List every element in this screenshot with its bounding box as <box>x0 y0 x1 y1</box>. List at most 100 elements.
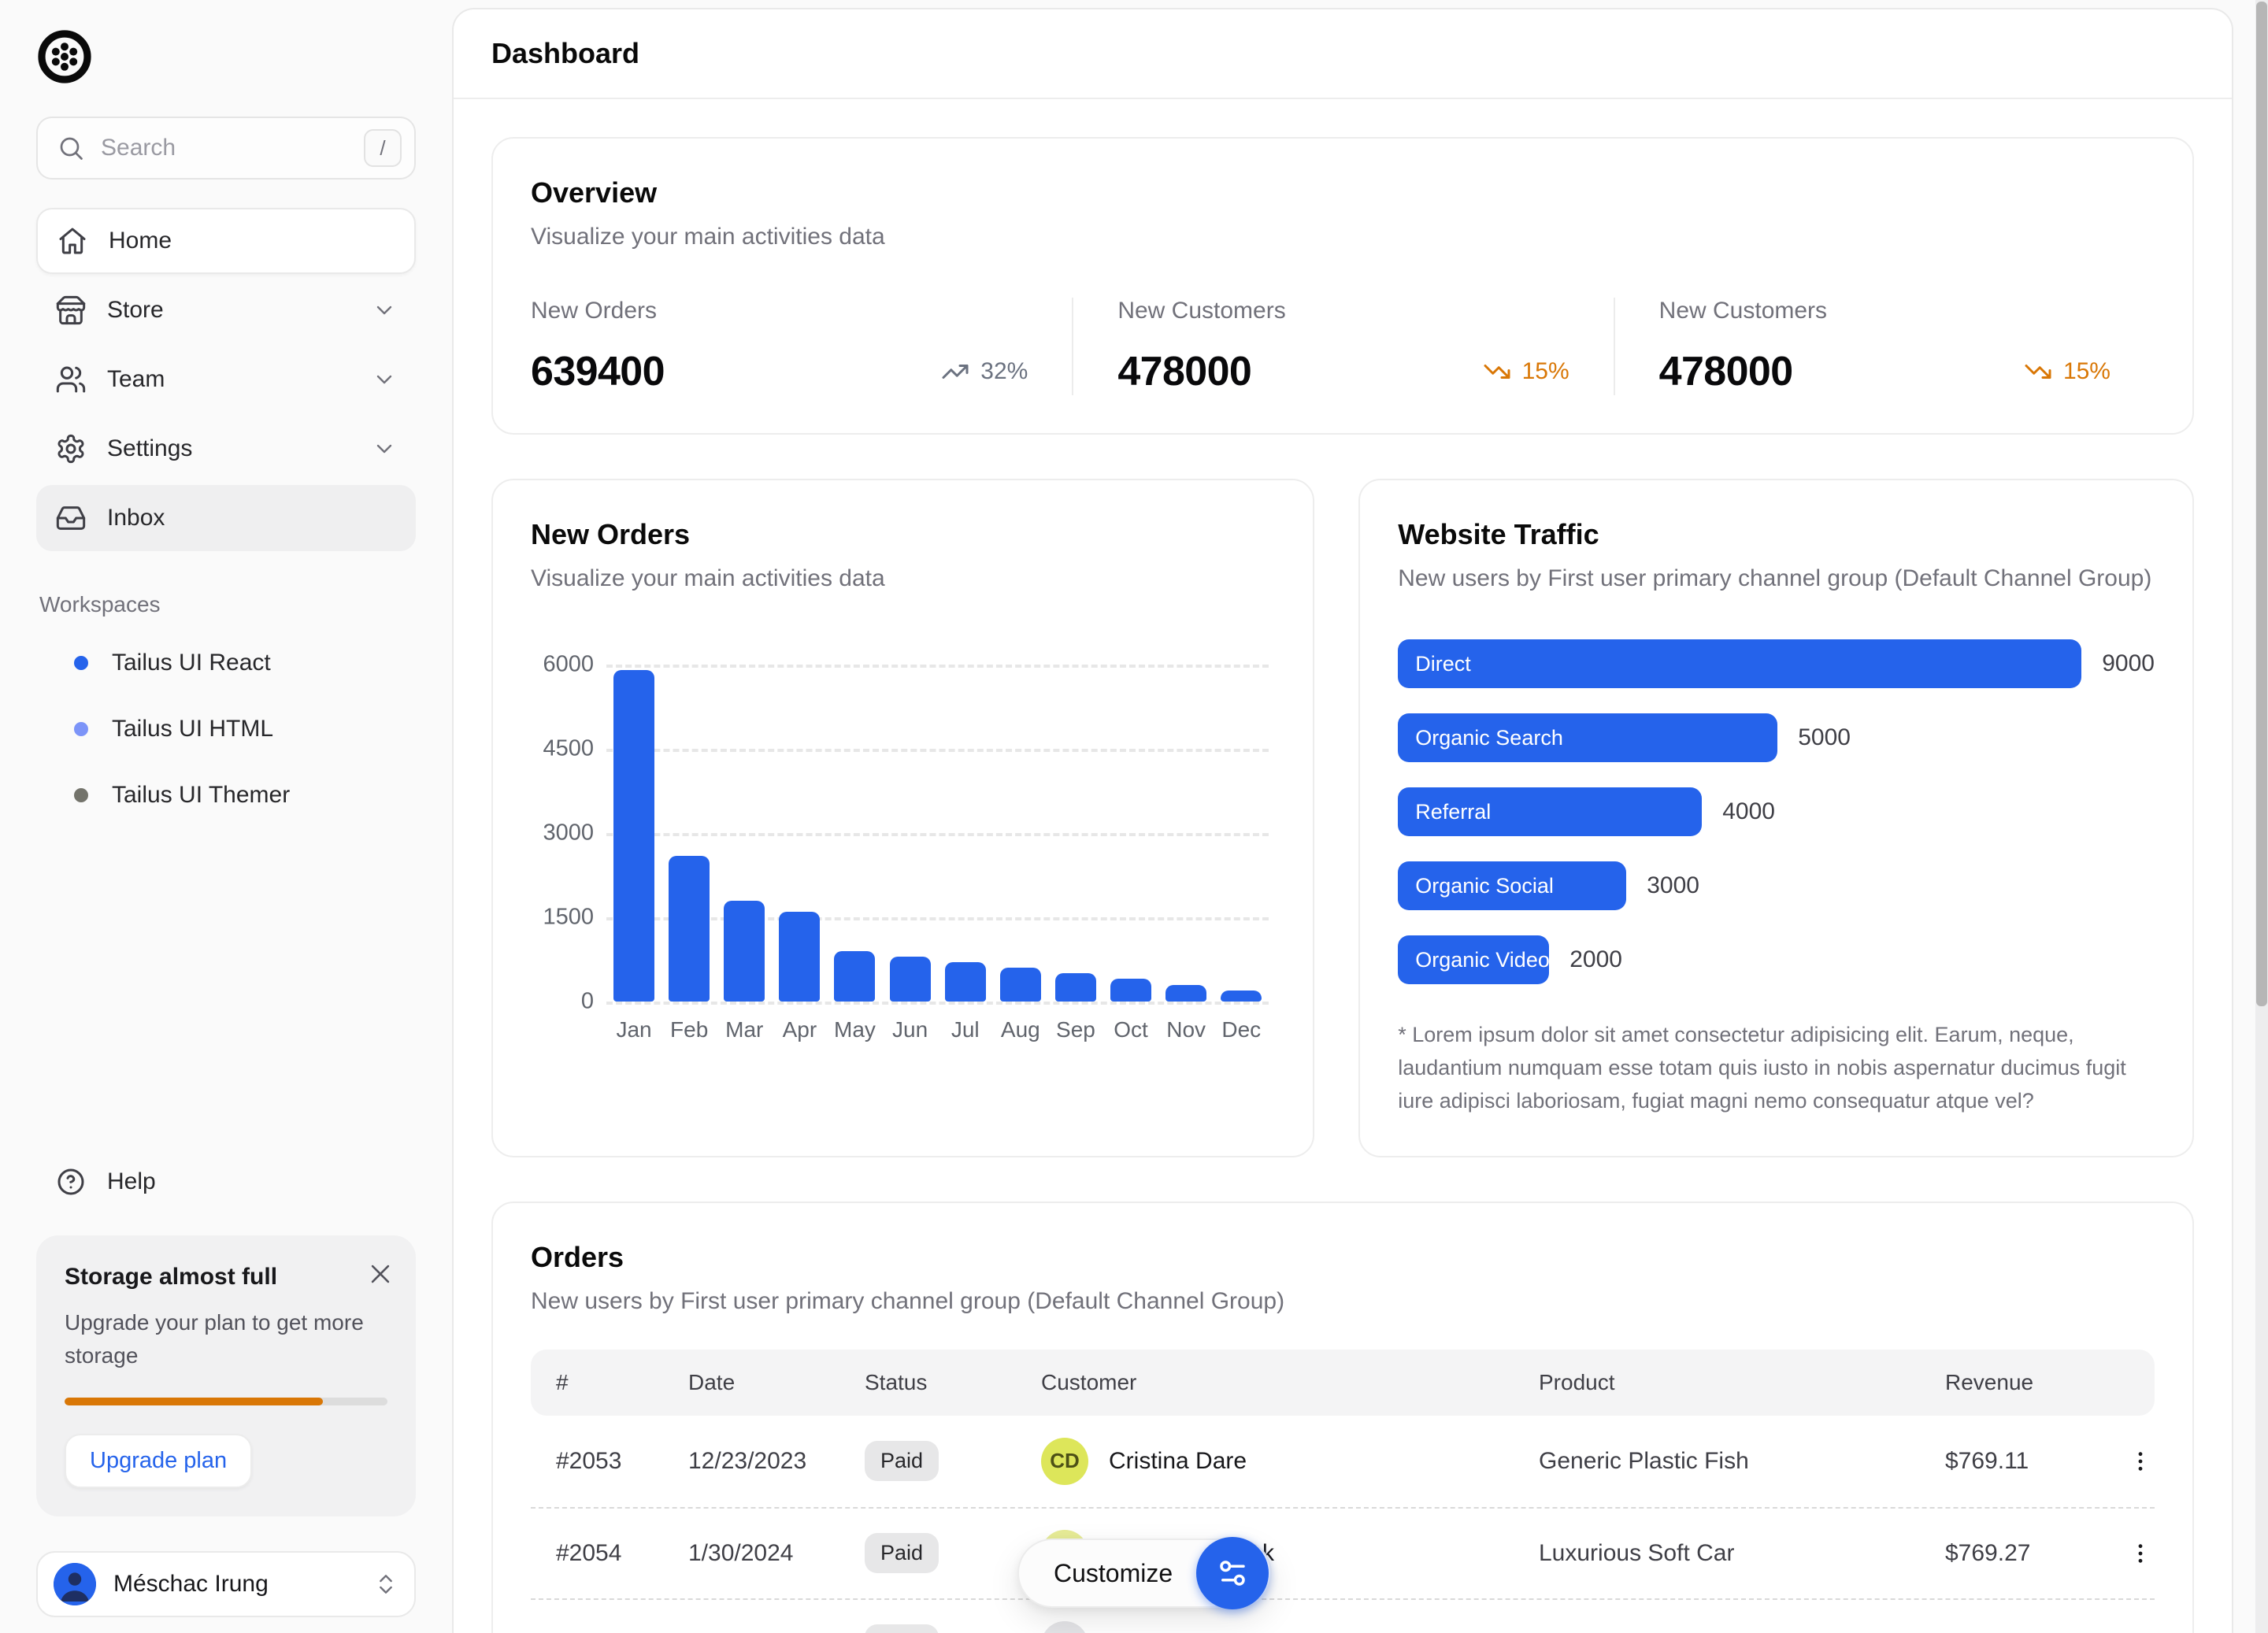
traffic-value: 4000 <box>1722 798 1775 825</box>
help-button[interactable]: Help <box>36 1150 416 1213</box>
workspaces-heading: Workspaces <box>36 592 416 617</box>
table-row: #2055 6/8/2024 Paid PK Paulette Kovacek … <box>531 1598 2155 1633</box>
sidebar-nav: Home Store Team <box>36 208 416 551</box>
workspace-label: Tailus UI HTML <box>112 716 273 742</box>
user-menu[interactable]: Méschac Irung <box>36 1551 416 1617</box>
x-tick: Feb <box>662 1017 717 1042</box>
workspaces-list: Tailus UI React Tailus UI HTML Tailus UI… <box>36 630 416 828</box>
close-icon[interactable] <box>367 1261 394 1287</box>
sidebar-item-label: Store <box>107 297 164 324</box>
trend-down: 15% <box>2024 357 2110 386</box>
x-tick: Sep <box>1048 1017 1103 1042</box>
sidebar-item-inbox[interactable]: Inbox <box>36 485 416 551</box>
overview-stats: New Orders 639400 32% New C <box>531 298 2155 395</box>
sidebar-item-home[interactable]: Home <box>36 208 416 274</box>
row-menu-button[interactable] <box>2118 1531 2162 1576</box>
y-tick: 0 <box>531 989 594 1015</box>
col-date: Date <box>688 1370 865 1395</box>
storage-progressbar <box>65 1398 387 1405</box>
app-logo[interactable] <box>36 25 416 88</box>
bar-jul <box>945 962 986 1002</box>
help-label: Help <box>107 1168 156 1195</box>
avatar: CD <box>1041 1438 1088 1485</box>
website-traffic-card: Website Traffic New users by First user … <box>1358 479 2194 1157</box>
trend-value: 32% <box>980 358 1028 385</box>
main-panel: Dashboard Overview Visualize your main a… <box>452 8 2233 1633</box>
stat-value: 478000 <box>1659 348 1793 395</box>
bar-aug <box>1000 968 1041 1002</box>
workspace-label: Tailus UI Themer <box>112 782 290 809</box>
workspace-dot <box>74 722 88 736</box>
bar-nov <box>1166 985 1206 1002</box>
website-traffic-title: Website Traffic <box>1398 518 2155 551</box>
customer-name: Cristina Dare <box>1109 1448 1247 1475</box>
x-tick: Mar <box>717 1017 772 1042</box>
order-revenue: $769.11 <box>1945 1448 2118 1475</box>
col-customer: Customer <box>1041 1370 1539 1395</box>
overview-title: Overview <box>531 176 2155 209</box>
traffic-bar-label: Referral <box>1415 800 1491 824</box>
trend-value: 15% <box>1522 358 1569 385</box>
row-menu-button[interactable] <box>2118 1439 2162 1483</box>
stat-label: New Orders <box>531 298 1028 324</box>
traffic-bar-label: Organic Social <box>1415 874 1554 898</box>
orders-subtitle: New users by First user primary channel … <box>531 1288 2155 1315</box>
x-tick: Apr <box>772 1017 827 1042</box>
sidebar-item-team[interactable]: Team <box>36 346 416 413</box>
chevron-down-icon <box>372 298 397 323</box>
website-traffic-subtitle: New users by First user primary channel … <box>1398 565 2155 592</box>
workspace-item-tailus-ui-html[interactable]: Tailus UI HTML <box>36 696 416 762</box>
traffic-bar: Referral <box>1398 787 1702 836</box>
workspace-item-tailus-ui-themer[interactable]: Tailus UI Themer <box>36 762 416 828</box>
dashboard-app: / Home Store <box>0 0 2268 1633</box>
search-input[interactable] <box>101 135 348 161</box>
sidebar-item-settings[interactable]: Settings <box>36 416 416 482</box>
traffic-bar-chart: Direct 9000 Organic Search 5000 Referral… <box>1398 639 2155 984</box>
search-box[interactable]: / <box>36 117 416 180</box>
storage-banner: Storage almost full Upgrade your plan to… <box>36 1235 416 1516</box>
traffic-bar: Organic Video <box>1398 935 1549 984</box>
traffic-bar-label: Direct <box>1415 652 1471 676</box>
y-tick: 4500 <box>531 736 594 762</box>
order-id: #2053 <box>531 1448 688 1475</box>
new-orders-title: New Orders <box>531 518 1275 551</box>
row-menu-button[interactable] <box>2118 1623 2162 1633</box>
traffic-bar: Direct <box>1398 639 2081 688</box>
col-status: Status <box>865 1370 1041 1395</box>
scrollbar-thumb[interactable] <box>2256 2 2267 1006</box>
chevron-down-icon <box>372 367 397 392</box>
storage-message: Upgrade your plan to get more storage <box>65 1306 387 1372</box>
status-badge: Paid <box>865 1624 939 1633</box>
upgrade-plan-button[interactable]: Upgrade plan <box>65 1434 252 1488</box>
search-icon <box>57 134 85 162</box>
help-circle-icon <box>55 1166 87 1198</box>
chevrons-up-down-icon <box>373 1572 398 1597</box>
x-axis-labels: Jan Feb Mar Apr May Jun Jul Aug Sep Oct … <box>606 1017 1269 1042</box>
traffic-value: 3000 <box>1647 872 1699 899</box>
orders-title: Orders <box>531 1241 2155 1274</box>
workspace-label: Tailus UI React <box>112 650 271 676</box>
x-tick: Jan <box>606 1017 662 1042</box>
x-tick: Oct <box>1103 1017 1158 1042</box>
x-tick: May <box>827 1017 882 1042</box>
col-product: Product <box>1539 1370 1945 1395</box>
page-title: Dashboard <box>491 37 639 70</box>
chevron-down-icon <box>372 436 397 461</box>
new-orders-chart-card: New Orders Visualize your main activitie… <box>491 479 1314 1157</box>
bar-jan <box>613 670 654 1002</box>
sliders-icon <box>1196 1537 1269 1609</box>
sidebar-item-store[interactable]: Store <box>36 277 416 343</box>
bar-oct <box>1110 979 1151 1002</box>
team-icon <box>55 364 87 395</box>
bar-apr <box>779 912 820 1002</box>
overview-subtitle: Visualize your main activities data <box>531 224 2155 250</box>
customize-button[interactable]: Customize <box>1017 1539 1272 1608</box>
traffic-footnote: * Lorem ipsum dolor sit amet consectetur… <box>1398 1019 2155 1118</box>
traffic-value: 9000 <box>2102 650 2155 677</box>
sidebar: / Home Store <box>0 0 452 1633</box>
home-icon <box>57 225 88 257</box>
bar-mar <box>724 901 765 1002</box>
sidebar-item-label: Settings <box>107 435 192 462</box>
workspace-item-tailus-ui-react[interactable]: Tailus UI React <box>36 630 416 696</box>
col-revenue: Revenue <box>1945 1370 2118 1395</box>
